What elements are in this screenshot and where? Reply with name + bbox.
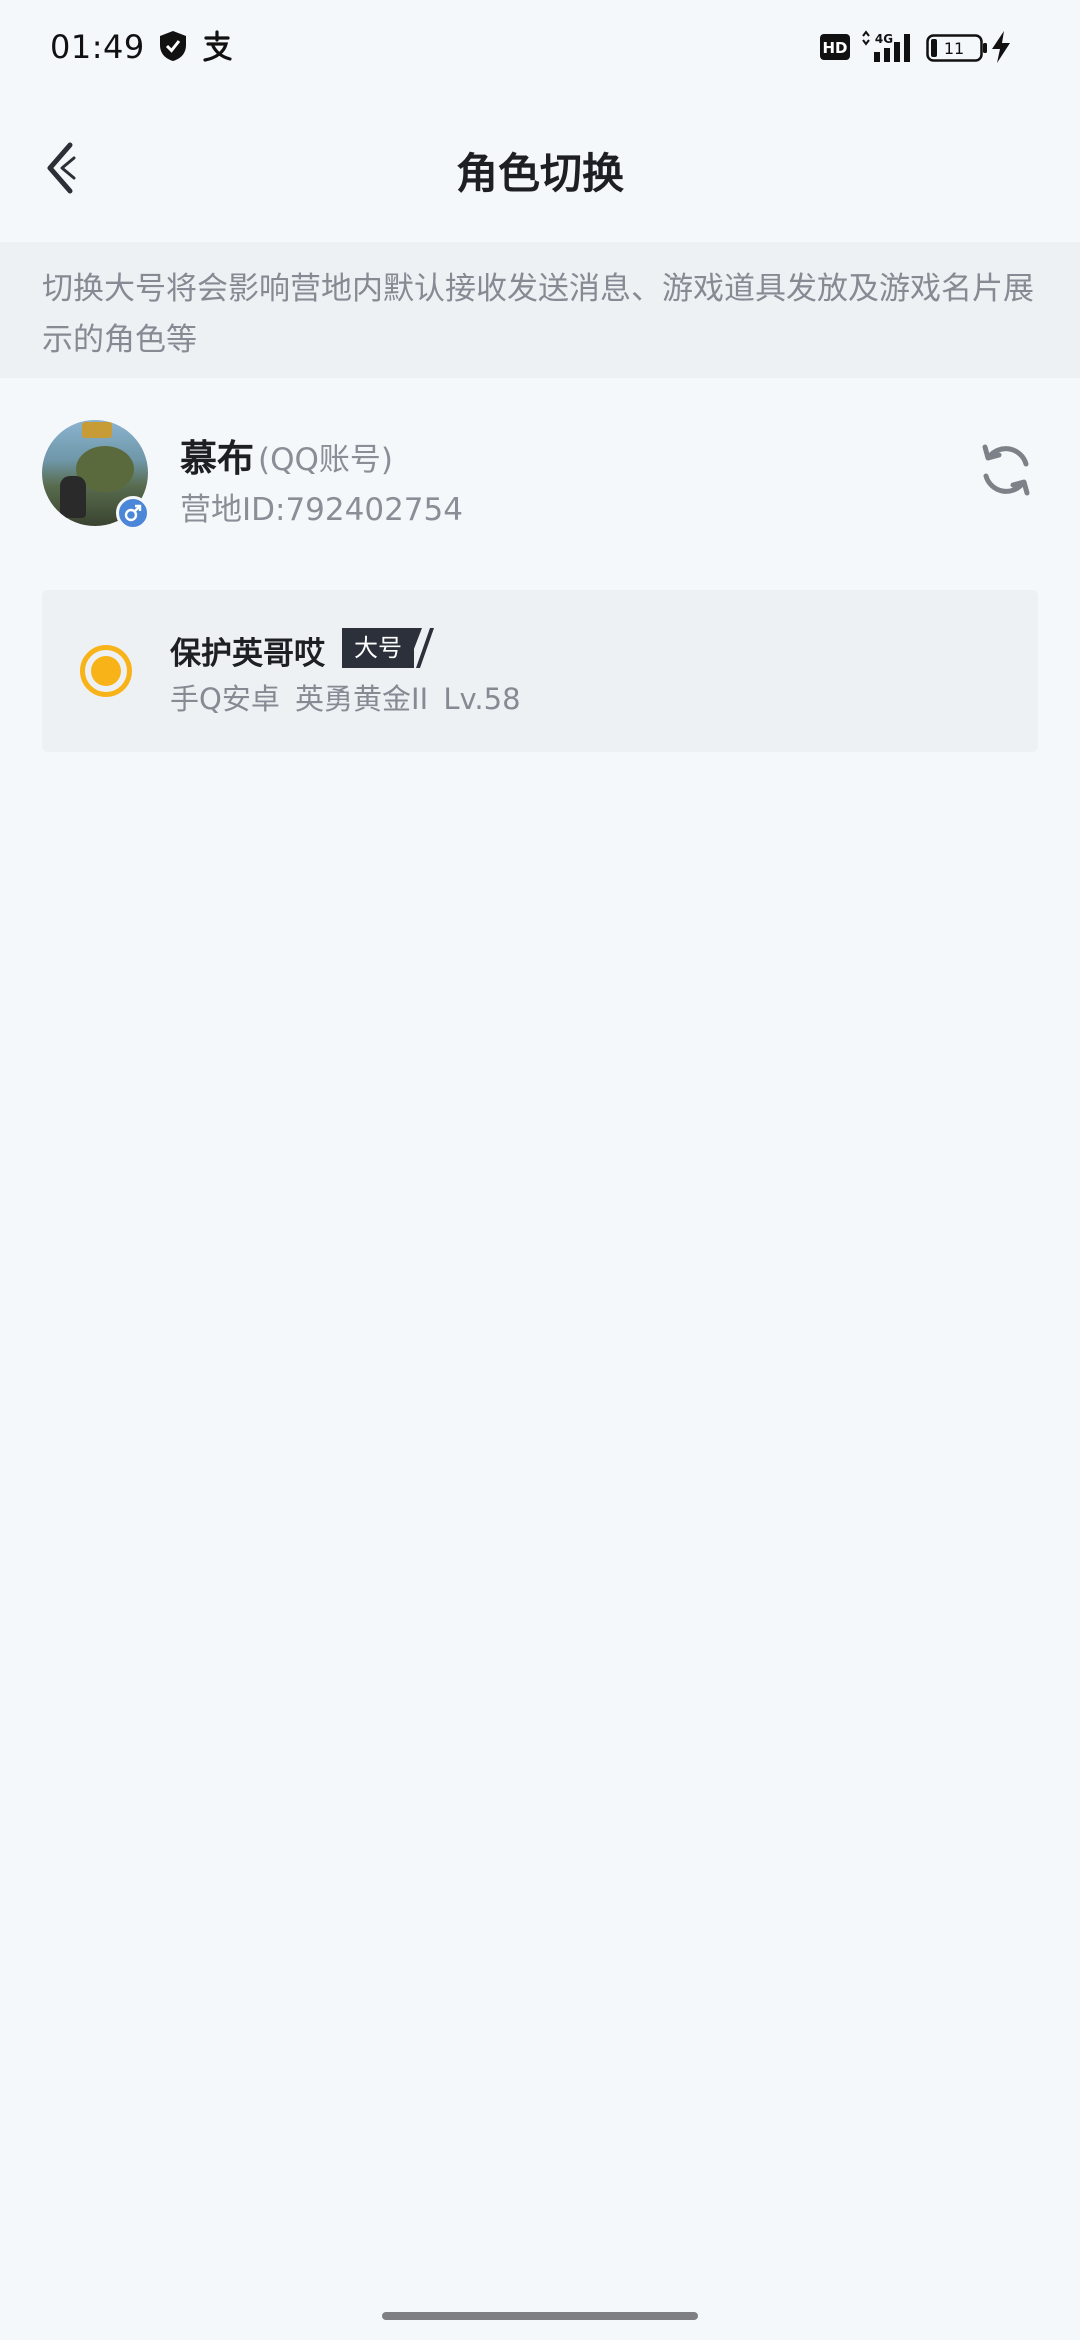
signal-icon: 4G bbox=[860, 30, 916, 68]
battery-level: 11 bbox=[944, 39, 964, 58]
battery-icon: 11 bbox=[926, 34, 988, 66]
alipay-icon bbox=[202, 30, 232, 66]
network-label: 4G bbox=[875, 32, 893, 46]
male-icon bbox=[116, 496, 150, 530]
svg-text:HD: HD bbox=[822, 39, 847, 57]
role-info: 手Q安卓 英勇黄金II Lv.58 bbox=[170, 682, 521, 716]
account-name: 慕布 bbox=[180, 437, 254, 480]
tag-slash-decoration bbox=[412, 628, 436, 672]
status-time: 01:49 bbox=[50, 28, 145, 66]
role-name: 保护英哥哎 bbox=[170, 636, 325, 672]
hd-icon: HD bbox=[820, 34, 850, 64]
account-row: 慕布 (QQ账号) 营地ID:792402754 bbox=[0, 410, 1080, 540]
charging-icon bbox=[990, 30, 1012, 68]
account-type: (QQ账号) bbox=[258, 442, 393, 478]
radio-selected-dot bbox=[91, 656, 121, 686]
refresh-button[interactable] bbox=[974, 440, 1038, 504]
role-card[interactable]: 保护英哥哎 大号 手Q安卓 英勇黄金II Lv.58 bbox=[42, 590, 1038, 752]
shield-icon bbox=[158, 30, 188, 66]
home-indicator[interactable] bbox=[382, 2312, 698, 2320]
page-title: 角色切换 bbox=[455, 149, 624, 198]
status-bar: 01:49 HD 4G 11 bbox=[0, 0, 1080, 96]
role-radio[interactable] bbox=[80, 645, 132, 697]
camp-id: 营地ID:792402754 bbox=[180, 492, 463, 528]
notice-banner: 切换大号将会影响营地内默认接收发送消息、游戏道具发放及游戏名片展示的角色等 bbox=[0, 242, 1080, 378]
refresh-icon bbox=[977, 441, 1035, 503]
page-header: 角色切换 bbox=[0, 110, 1080, 230]
main-account-tag-label: 大号 bbox=[342, 628, 414, 668]
